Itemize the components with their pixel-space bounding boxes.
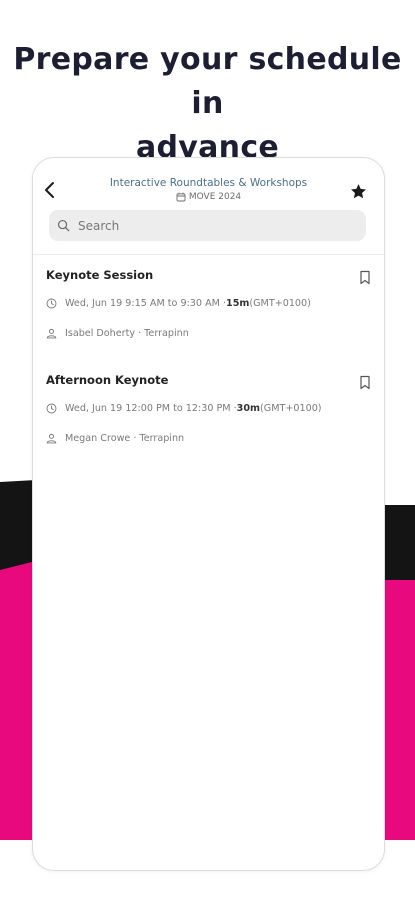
session-title: Afternoon Keynote [46, 373, 169, 387]
session-speaker-row: Isabel Doherty · Terrapinn [46, 327, 371, 340]
background-pink-band-right [380, 580, 415, 840]
clock-icon [46, 403, 57, 414]
session-speaker: Megan Crowe · Terrapinn [65, 433, 185, 444]
session-time-row: Wed, Jun 19 9:15 AM to 9:30 AM · 15m (GM… [46, 297, 371, 310]
session-speaker-row: Megan Crowe · Terrapinn [46, 432, 371, 445]
session-speaker: Isabel Doherty · Terrapinn [65, 328, 189, 339]
session-timezone: (GMT+0100) [249, 298, 311, 309]
session-time: Wed, Jun 19 12:00 PM to 12:30 PM · [65, 403, 237, 414]
event-name: MOVE 2024 [188, 192, 242, 202]
event-label: MOVE 2024 [93, 191, 324, 203]
promo-headline: Prepare your schedule in advance [0, 38, 415, 170]
bookmark-icon[interactable] [359, 270, 371, 285]
top-bar: Interactive Roundtables & Workshops MOVE… [33, 158, 384, 210]
star-icon[interactable] [350, 183, 367, 200]
session-time: Wed, Jun 19 9:15 AM to 9:30 AM · [65, 298, 227, 309]
session-title: Keynote Session [46, 268, 154, 282]
chevron-left-icon[interactable] [43, 180, 57, 200]
session-timezone: (GMT+0100) [260, 403, 322, 414]
session-item[interactable]: Afternoon Keynote Wed, Jun 19 12:00 PM t… [46, 373, 371, 445]
app-title: Interactive Roundtables & Workshops [109, 177, 308, 189]
bookmark-icon[interactable] [359, 375, 371, 390]
calendar-icon [176, 192, 186, 202]
phone-screen: Interactive Roundtables & Workshops MOVE… [32, 157, 385, 871]
person-icon [46, 433, 57, 444]
session-item[interactable]: Keynote Session Wed, Jun 19 9:15 AM to 9… [46, 268, 371, 340]
title-block: Interactive Roundtables & Workshops MOVE… [93, 176, 324, 203]
divider [33, 254, 384, 255]
headline-line-1: Prepare your schedule in [13, 42, 402, 121]
clock-icon [46, 298, 57, 309]
session-duration: 30m [236, 403, 261, 414]
session-duration: 15m [226, 298, 250, 309]
session-time-row: Wed, Jun 19 12:00 PM to 12:30 PM · 30m (… [46, 402, 371, 415]
person-icon [46, 328, 57, 339]
search-icon [57, 219, 70, 232]
search-input[interactable] [76, 217, 360, 234]
search-bar[interactable] [49, 210, 366, 241]
